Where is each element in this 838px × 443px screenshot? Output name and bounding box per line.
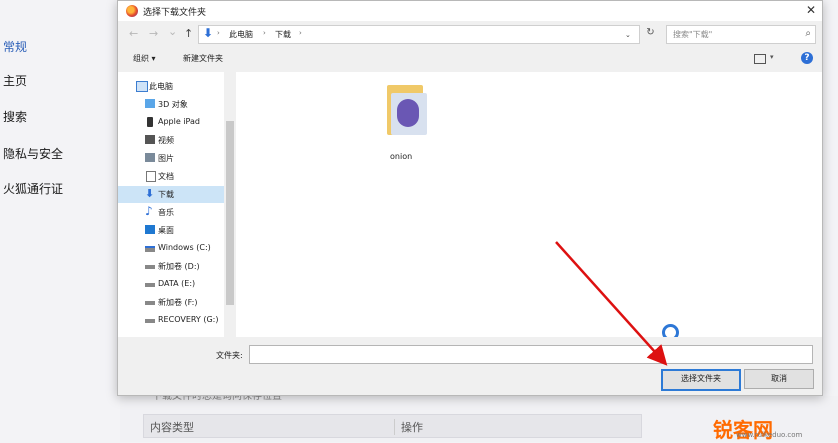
watermark-url: www.ruikeduo.com xyxy=(736,431,803,439)
red-arrow-annotation xyxy=(555,241,668,366)
